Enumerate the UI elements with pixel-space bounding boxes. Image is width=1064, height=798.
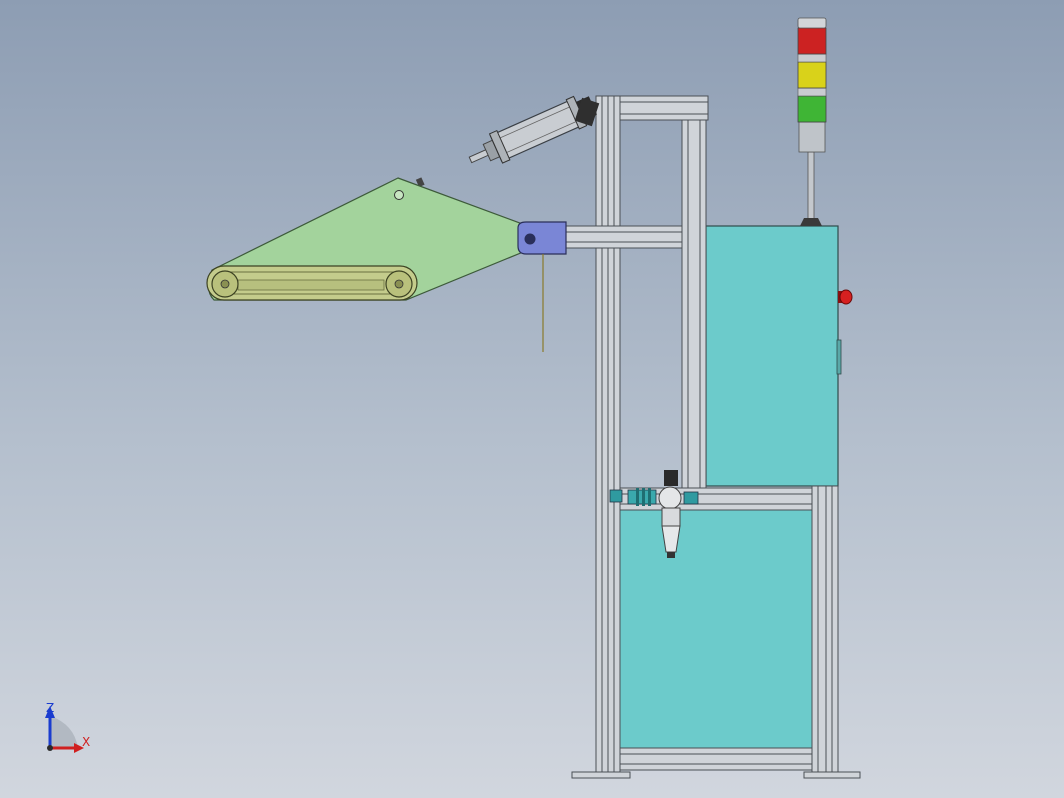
pivot-block (517, 221, 567, 255)
signal-tower-icon (797, 17, 827, 226)
top-beam (619, 95, 709, 121)
right-post (811, 485, 839, 775)
arm-hole (394, 190, 404, 200)
bottom-beam (619, 747, 813, 771)
emergency-stop-icon (838, 289, 853, 305)
belt-conveyor (206, 265, 418, 301)
electrical-cabinet (705, 225, 839, 487)
left-foot (571, 771, 631, 779)
pivot-beam (561, 225, 683, 249)
assembly-drawing: Z X (45, 17, 861, 779)
lower-guard-panel (619, 509, 813, 749)
cabinet-handle (836, 339, 842, 375)
x-axis-label: X (82, 735, 90, 749)
z-axis-label: Z (46, 701, 54, 715)
axis-triad-icon: Z X (45, 701, 90, 753)
cad-viewport[interactable]: Z X (0, 0, 1064, 798)
pneumatic-cylinder (415, 95, 597, 188)
right-foot (803, 771, 861, 779)
inner-post (681, 119, 707, 491)
